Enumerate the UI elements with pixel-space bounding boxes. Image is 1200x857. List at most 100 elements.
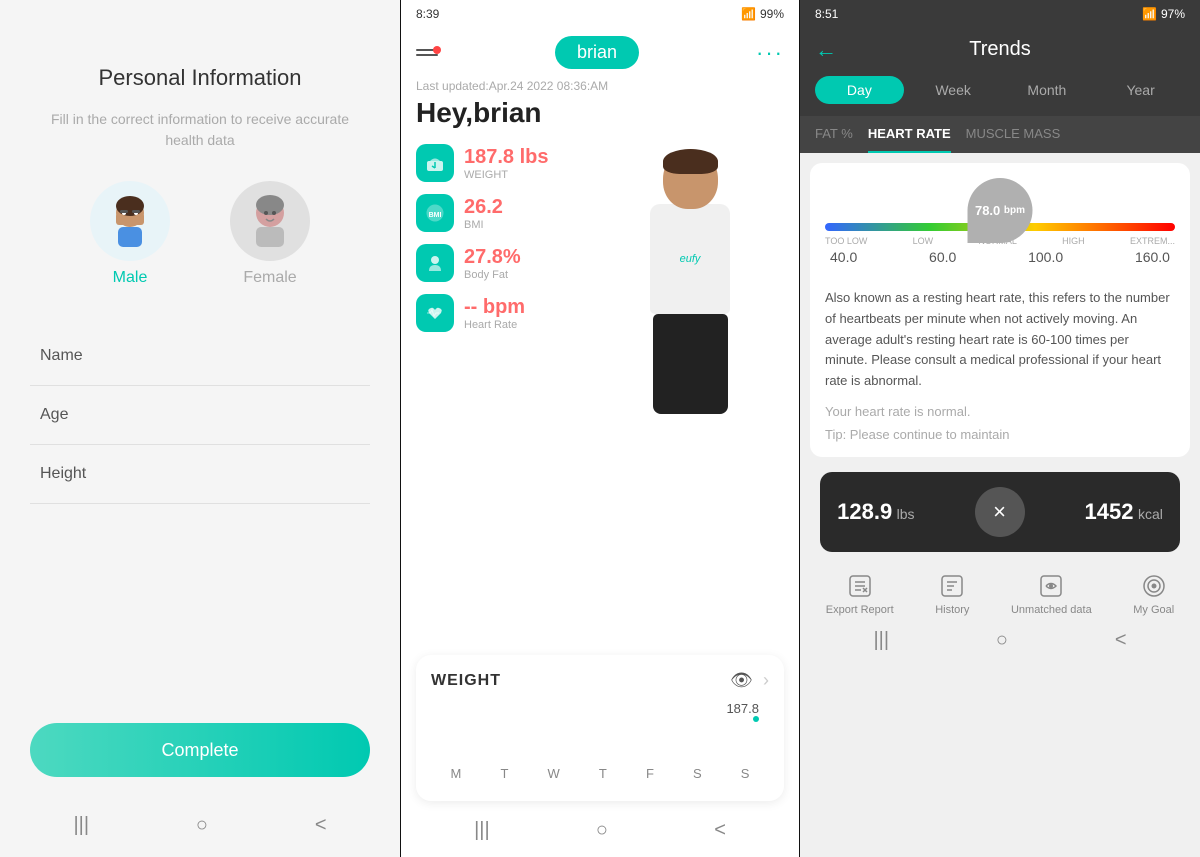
nav2-back[interactable]: ||| (474, 819, 490, 842)
nav-unmatched[interactable]: Unmatched data (1011, 572, 1092, 616)
tab-day[interactable]: Day (815, 76, 904, 104)
avatar-head (663, 149, 718, 209)
day-m: M (451, 766, 462, 781)
weight-value: 187.8 lbs (464, 146, 549, 169)
panel3-nav-bar: ||| ○ < (800, 621, 1200, 667)
bottom-stats: 128.9 lbs × 1452 kcal (820, 472, 1180, 552)
nav3-home[interactable]: ○ (996, 629, 1008, 652)
bmi-value: 26.2 (464, 196, 503, 219)
day-t2: T (599, 766, 607, 781)
history-icon (938, 572, 966, 600)
gauge-bar-container: 78.0 bpm TOO LOW LOW NORMAL HIGH EXTREM.… (825, 183, 1175, 265)
heart-rate-value: 78.0 (975, 203, 1000, 218)
weight-stat-value: 128.9 (837, 499, 892, 524)
tab-musclemass[interactable]: MUSCLE MASS (966, 126, 1061, 153)
nav2-menu[interactable]: < (714, 819, 726, 842)
metric-tabs: FAT % HEART RATE MUSCLE MASS (800, 116, 1200, 153)
name-field[interactable]: Name (30, 327, 370, 386)
unmatched-icon (1037, 572, 1065, 600)
label-low: LOW (913, 236, 934, 246)
bmi-icon: BMI (416, 194, 454, 232)
avatar-hair (663, 149, 718, 174)
trends-title: Trends (969, 38, 1031, 61)
nav2-home[interactable]: ○ (596, 819, 608, 842)
nav3-back[interactable]: ||| (873, 629, 889, 652)
weight-chart-value: 187.8 (726, 701, 759, 722)
wifi-icon: 📶 (1142, 7, 1157, 21)
avatar-body: eufy (596, 149, 784, 645)
bmi-metric[interactable]: BMI 26.2 BMI (416, 194, 586, 232)
bodyfat-icon (416, 244, 454, 282)
my-goal-icon (1140, 572, 1168, 600)
tab-month[interactable]: Month (1003, 76, 1092, 104)
age-field[interactable]: Age (30, 386, 370, 445)
val-40: 40.0 (830, 249, 857, 265)
avatar-torso: eufy (650, 204, 730, 314)
female-gender-item[interactable]: Female (230, 181, 310, 287)
close-button[interactable]: × (975, 487, 1025, 537)
eye-icon[interactable]: 👁 (730, 670, 753, 691)
heart-gauge: 78.0 bpm TOO LOW LOW NORMAL HIGH EXTREM.… (825, 183, 1175, 273)
greeting-text: Hey,brian (401, 97, 799, 129)
time-3: 8:51 (815, 7, 838, 21)
tab-fat[interactable]: FAT % (815, 126, 853, 153)
nav-history[interactable]: History (935, 572, 969, 616)
panel3-header: ← Trends (800, 28, 1200, 76)
avatar-3d-container: eufy (596, 139, 784, 645)
username-badge[interactable]: brian (555, 36, 639, 69)
weight-stat-unit: lbs (897, 506, 915, 522)
weight-card-header: WEIGHT 👁 › (431, 670, 769, 691)
nav-export-report[interactable]: Export Report (826, 572, 894, 616)
options-menu[interactable]: ··· (756, 40, 784, 66)
dashboard-panel: 8:39 📶 99% brian ··· Last updated:Apr.24… (400, 0, 800, 857)
bodyfat-metric[interactable]: 27.8% Body Fat (416, 244, 586, 282)
weight-label: WEIGHT (464, 169, 549, 181)
panel1-nav-bar: ||| ○ < (0, 809, 400, 842)
time-2: 8:39 (416, 7, 439, 21)
bodyfat-label: Body Fat (464, 269, 521, 281)
bmi-label: BMI (464, 219, 503, 231)
tab-year[interactable]: Year (1096, 76, 1185, 104)
nav3-menu[interactable]: < (1115, 629, 1127, 652)
val-60: 60.0 (929, 249, 956, 265)
height-field[interactable]: Height (30, 445, 370, 504)
heartrate-metric[interactable]: -- bpm Heart Rate (416, 294, 586, 332)
bottom-stats-container: 128.9 lbs × 1452 kcal (810, 472, 1190, 552)
complete-button[interactable]: Complete (30, 723, 370, 777)
menu-line-2 (416, 54, 438, 56)
personal-info-panel: Personal Information Fill in the correct… (0, 0, 400, 857)
bodyfat-values: 27.8% Body Fat (464, 246, 521, 281)
heartrate-label: Heart Rate (464, 319, 525, 331)
male-gender-item[interactable]: Male (90, 181, 170, 287)
day-labels: M T W T F S S (431, 761, 769, 786)
weight-chart: 187.8 (431, 701, 769, 761)
kcal-stat-unit: kcal (1138, 506, 1163, 522)
nav-my-goal[interactable]: My Goal (1133, 572, 1174, 616)
back-button[interactable]: ← (815, 37, 837, 63)
weight-metric[interactable]: 187.8 lbs WEIGHT (416, 144, 586, 182)
weight-card-label: WEIGHT (431, 672, 501, 690)
label-extreme: EXTREM... (1130, 236, 1175, 246)
nav-home-icon[interactable]: ○ (196, 814, 208, 837)
last-updated-text: Last updated:Apr.24 2022 08:36:AM (401, 79, 799, 93)
history-label: History (935, 604, 969, 616)
chevron-right-icon[interactable]: › (763, 670, 769, 691)
tab-heartrate[interactable]: HEART RATE (868, 126, 951, 153)
dashboard-content: 187.8 lbs WEIGHT BMI 26.2 BMI (401, 139, 799, 645)
export-report-label: Export Report (826, 604, 894, 616)
heart-status: Your heart rate is normal. (825, 404, 1175, 419)
day-f: F (646, 766, 654, 781)
weight-icon (416, 144, 454, 182)
heart-description: Also known as a resting heart rate, this… (825, 288, 1175, 392)
day-w: W (548, 766, 560, 781)
nav-back-icon[interactable]: ||| (73, 814, 89, 837)
battery-2: 99% (760, 7, 784, 21)
panel2-nav-bar: ||| ○ < (401, 811, 799, 857)
weight-stat: 128.9 lbs (837, 499, 914, 525)
export-report-icon (846, 572, 874, 600)
tab-week[interactable]: Week (909, 76, 998, 104)
heart-rate-bubble: 78.0 bpm (968, 178, 1033, 243)
nav-menu-icon[interactable]: < (315, 814, 327, 837)
menu-button[interactable] (416, 49, 438, 56)
bpm-unit: bpm (1004, 205, 1025, 216)
